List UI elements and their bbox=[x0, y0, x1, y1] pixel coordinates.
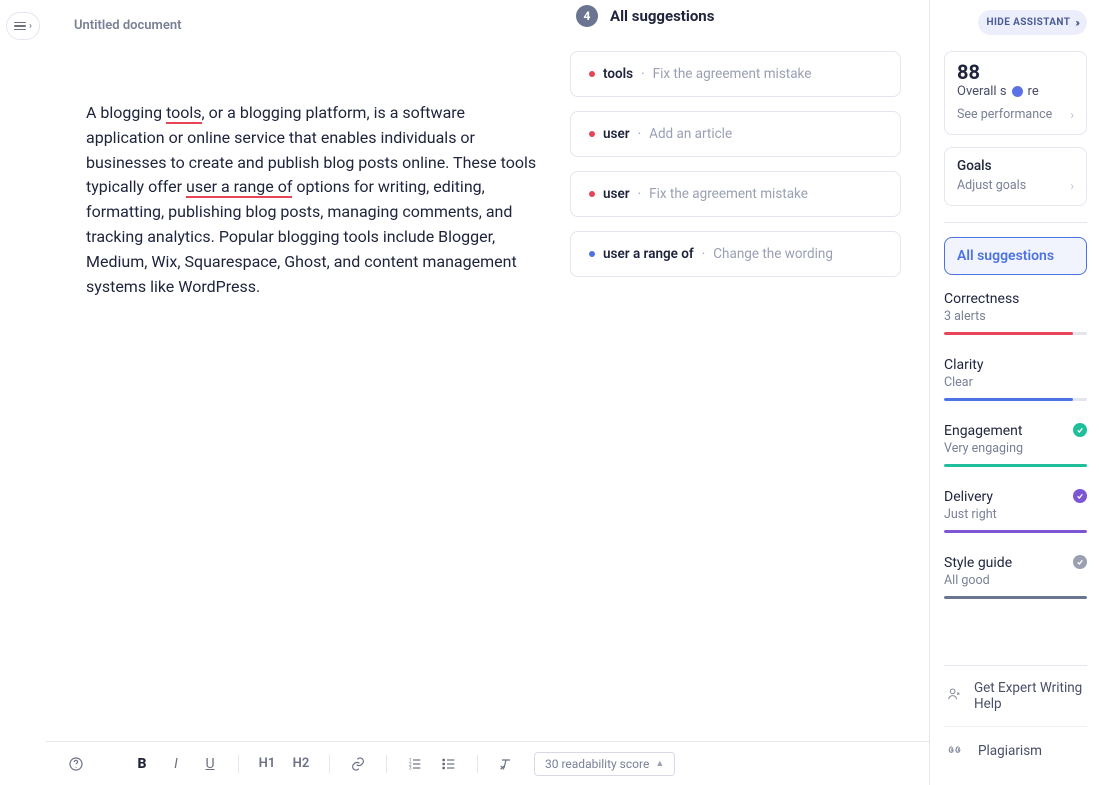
suggestions-title: All suggestions bbox=[610, 7, 714, 25]
readability-score-button[interactable]: 30 readability score ▲ bbox=[534, 752, 675, 776]
suggestion-card[interactable]: user a range of · Change the wording bbox=[570, 231, 901, 277]
overall-score-value: 88 bbox=[957, 62, 1074, 82]
metric-style-guide[interactable]: Style guide All good bbox=[944, 555, 1087, 599]
metric-title: Clarity bbox=[944, 357, 1087, 373]
suggestions-header: 4 All suggestions bbox=[570, 5, 901, 27]
numbered-list-button[interactable]: 123 bbox=[403, 755, 427, 771]
check-badge-icon bbox=[1073, 423, 1087, 437]
suggestion-separator: · bbox=[641, 66, 645, 82]
document-editor[interactable]: A blogging tools, or a blogging platform… bbox=[86, 101, 546, 741]
readability-label: 30 readability score bbox=[545, 757, 649, 771]
underline-button[interactable]: U bbox=[198, 756, 222, 772]
metric-title: Style guide bbox=[944, 555, 1087, 571]
italic-button[interactable]: I bbox=[164, 756, 188, 772]
goals-sub: Adjust goals bbox=[957, 178, 1026, 193]
suggestion-hint: Add an article bbox=[649, 126, 732, 142]
clear-formatting-button[interactable] bbox=[494, 755, 518, 771]
overall-score-label-b: re bbox=[1028, 84, 1039, 99]
plagiarism-link[interactable]: Plagiarism bbox=[944, 726, 1087, 775]
format-toolbar: B I U H1 H2 123 30 readability score bbox=[46, 741, 929, 785]
main-column: Untitled document A blogging tools, or a… bbox=[46, 0, 929, 785]
score-face-icon bbox=[1012, 86, 1023, 97]
suggestion-hint: Change the wording bbox=[713, 246, 833, 262]
suggestion-hint: Fix the agreement mistake bbox=[649, 186, 808, 202]
suggestions-panel: 4 All suggestions tools · Fix the agreem… bbox=[570, 5, 901, 741]
assistant-bottom-links: Get Expert Writing Help Plagiarism bbox=[944, 665, 1087, 775]
link-button[interactable] bbox=[346, 755, 370, 771]
severity-dot-icon bbox=[589, 191, 595, 197]
check-badge-icon bbox=[1073, 555, 1087, 569]
goals-card[interactable]: Goals Adjust goals › bbox=[944, 147, 1087, 206]
severity-dot-icon bbox=[589, 131, 595, 137]
quotes-icon bbox=[946, 741, 966, 761]
suggestion-term: tools bbox=[603, 66, 633, 82]
caret-up-icon: ▲ bbox=[655, 758, 664, 769]
metric-sub: Just right bbox=[944, 507, 1087, 522]
hide-assistant-button[interactable]: HIDE ASSISTANT ›› bbox=[978, 10, 1087, 35]
overall-score-label-a: Overall s bbox=[957, 84, 1007, 99]
plagiarism-label: Plagiarism bbox=[978, 743, 1042, 759]
suggestion-card[interactable]: user · Add an article bbox=[570, 111, 901, 157]
overall-score-card[interactable]: 88 Overall s re See performance › bbox=[944, 51, 1087, 135]
severity-dot-icon bbox=[589, 251, 595, 257]
metric-delivery[interactable]: Delivery Just right bbox=[944, 489, 1087, 533]
toolbar-divider bbox=[238, 755, 239, 773]
all-suggestions-tab[interactable]: All suggestions bbox=[944, 237, 1087, 275]
toolbar-divider bbox=[477, 755, 478, 773]
menu-icon bbox=[14, 22, 26, 31]
suggestion-card[interactable]: tools · Fix the agreement mistake bbox=[570, 51, 901, 97]
svg-text:3: 3 bbox=[409, 765, 412, 771]
metric-engagement[interactable]: Engagement Very engaging bbox=[944, 423, 1087, 467]
metric-title: Delivery bbox=[944, 489, 1087, 505]
chevron-right-icon: › bbox=[1070, 108, 1074, 122]
suggestion-term: user bbox=[603, 126, 630, 142]
metric-sub: All good bbox=[944, 573, 1087, 588]
see-performance-label: See performance bbox=[957, 107, 1052, 122]
chevron-right-icon: › bbox=[1070, 179, 1074, 193]
goals-title: Goals bbox=[957, 158, 1074, 174]
assistant-panel: HIDE ASSISTANT ›› 88 Overall sre See per… bbox=[929, 0, 1099, 785]
metric-sub: Very engaging bbox=[944, 441, 1087, 456]
suggestion-separator: · bbox=[638, 126, 642, 142]
hide-assistant-label: HIDE ASSISTANT bbox=[987, 17, 1071, 28]
check-badge-icon bbox=[1073, 489, 1087, 503]
suggestion-separator: · bbox=[638, 186, 642, 202]
h2-button[interactable]: H2 bbox=[289, 756, 313, 771]
severity-dot-icon bbox=[589, 71, 595, 77]
underlined-phrase-user-range[interactable]: user a range of bbox=[186, 177, 292, 198]
h1-button[interactable]: H1 bbox=[255, 756, 279, 771]
suggestion-term: user bbox=[603, 186, 630, 202]
suggestion-term: user a range of bbox=[603, 246, 694, 262]
metric-sub: 3 alerts bbox=[944, 309, 1087, 324]
suggestions-count-badge: 4 bbox=[576, 5, 598, 27]
see-performance-link[interactable]: See performance › bbox=[957, 107, 1074, 122]
metric-correctness[interactable]: Correctness 3 alerts bbox=[944, 291, 1087, 335]
toolbar-divider bbox=[386, 755, 387, 773]
underlined-word-tools[interactable]: tools bbox=[166, 103, 201, 124]
expert-help-label: Get Expert Writing Help bbox=[974, 680, 1085, 712]
metric-title: Engagement bbox=[944, 423, 1087, 439]
sidebar-toggle-button[interactable] bbox=[6, 12, 40, 40]
chevron-right-double-icon: ›› bbox=[1075, 16, 1078, 29]
suggestions-list: tools · Fix the agreement mistake user ·… bbox=[570, 51, 901, 277]
editor-body: A blogging tools, or a blogging platform… bbox=[46, 39, 929, 741]
left-rail bbox=[0, 0, 46, 785]
expert-help-link[interactable]: Get Expert Writing Help bbox=[944, 665, 1087, 726]
metric-title: Correctness bbox=[944, 291, 1087, 307]
panel-divider bbox=[944, 222, 1087, 223]
doc-text-fragment: A blogging bbox=[86, 103, 166, 122]
help-icon[interactable] bbox=[64, 755, 88, 771]
suggestion-card[interactable]: user · Fix the agreement mistake bbox=[570, 171, 901, 217]
bold-button[interactable]: B bbox=[130, 756, 154, 772]
bullet-list-button[interactable] bbox=[437, 755, 461, 771]
suggestion-separator: · bbox=[702, 246, 706, 262]
person-icon bbox=[946, 686, 962, 706]
suggestion-hint: Fix the agreement mistake bbox=[653, 66, 812, 82]
metric-sub: Clear bbox=[944, 375, 1087, 390]
metric-clarity[interactable]: Clarity Clear bbox=[944, 357, 1087, 401]
toolbar-divider bbox=[329, 755, 330, 773]
